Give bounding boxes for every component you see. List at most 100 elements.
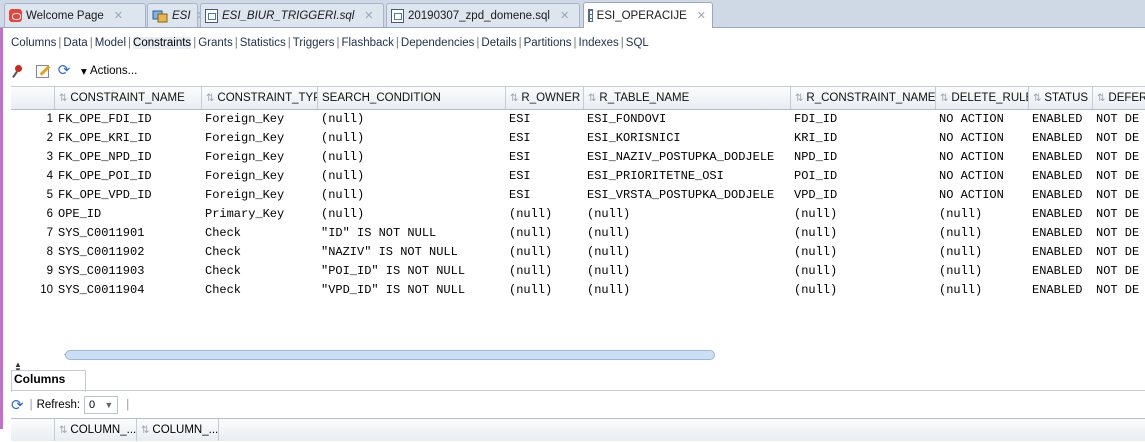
table-cell[interactable]: NOT DE <box>1093 110 1145 129</box>
table-cell[interactable]: NOT DE <box>1093 205 1145 224</box>
table-cell[interactable]: NOT DE <box>1093 148 1145 167</box>
table-cell[interactable]: (null) <box>506 281 584 300</box>
column-header[interactable]: ⇅ STATUS <box>1029 87 1093 109</box>
constraints-grid[interactable]: ⇅ CONSTRAINT_NAME ⇅ CONSTRAINT_TYPE SEARCH… <box>11 86 1145 383</box>
table-cell[interactable]: ENABLED <box>1029 224 1093 243</box>
tab-esi-operacije[interactable]: ESI_OPERACIJE ✕ <box>583 2 713 28</box>
table-cell[interactable]: NOT DE <box>1093 186 1145 205</box>
table-cell[interactable]: "VPD_ID" IS NOT NULL <box>318 281 506 300</box>
close-icon[interactable]: ✕ <box>364 9 373 22</box>
table-cell[interactable]: (null) <box>584 224 791 243</box>
actions-menu-button[interactable]: ▾ Actions... <box>77 62 141 80</box>
subtab-grants[interactable]: Grants <box>198 37 233 49</box>
table-cell[interactable]: NO ACTION <box>936 110 1029 129</box>
table-cell[interactable]: (null) <box>318 167 506 186</box>
edit-icon[interactable] <box>33 62 51 80</box>
table-cell[interactable]: ENABLED <box>1029 205 1093 224</box>
table-row[interactable]: 6 OPE_ID Primary_Key (null) (null) (null) (nul… <box>11 205 1145 224</box>
table-cell[interactable]: NOT DE <box>1093 243 1145 262</box>
close-icon[interactable]: ✕ <box>560 9 569 22</box>
subtab-details[interactable]: Details <box>481 37 516 49</box>
table-cell[interactable]: FK_OPE_KRI_ID <box>55 129 202 148</box>
table-row[interactable]: 1 FK_OPE_FDI_ID Foreign_Key (null) ESI ESI_FO… <box>11 110 1145 129</box>
column-header[interactable]: ⇅ R_OWNER <box>506 87 584 109</box>
table-cell[interactable]: ENABLED <box>1029 186 1093 205</box>
table-cell[interactable]: (null) <box>936 243 1029 262</box>
table-cell[interactable]: KRI_ID <box>791 129 936 148</box>
table-cell[interactable]: NOT DE <box>1093 281 1145 300</box>
table-cell[interactable]: ENABLED <box>1029 167 1093 186</box>
table-cell[interactable]: SYS_C0011901 <box>55 224 202 243</box>
table-cell[interactable]: OPE_ID <box>55 205 202 224</box>
table-cell[interactable]: Foreign_Key <box>202 110 318 129</box>
table-cell[interactable]: ESI <box>506 167 584 186</box>
subtab-flashback[interactable]: Flashback <box>341 37 393 49</box>
table-cell[interactable]: Check <box>202 224 318 243</box>
subtab-triggers[interactable]: Triggers <box>293 37 335 49</box>
table-cell[interactable]: Foreign_Key <box>202 167 318 186</box>
table-cell[interactable]: NOT DE <box>1093 167 1145 186</box>
table-cell[interactable]: Primary_Key <box>202 205 318 224</box>
column-header[interactable]: ⇅ DELETE_RULE <box>936 87 1029 109</box>
bottom-panel-title[interactable]: Columns <box>14 372 65 386</box>
column-header[interactable]: ⇅ COLUMN_... <box>137 419 219 441</box>
table-cell[interactable]: (null) <box>936 224 1029 243</box>
tab-zpd-domene-sql[interactable]: 20190307_zpd_domene.sql ✕ <box>386 3 580 27</box>
subtab-model[interactable]: Model <box>95 37 126 49</box>
table-cell[interactable]: (null) <box>791 262 936 281</box>
table-cell[interactable]: Check <box>202 281 318 300</box>
table-cell[interactable]: FK_OPE_VPD_ID <box>55 186 202 205</box>
table-cell[interactable]: FK_OPE_POI_ID <box>55 167 202 186</box>
table-cell[interactable]: (null) <box>936 262 1029 281</box>
table-cell[interactable]: (null) <box>791 281 936 300</box>
table-cell[interactable]: ESI_PRIORITETNE_OSI <box>584 167 791 186</box>
table-cell[interactable]: SYS_C0011903 <box>55 262 202 281</box>
refresh-icon[interactable]: ⟳ <box>11 396 24 414</box>
table-cell[interactable]: Foreign_Key <box>202 129 318 148</box>
table-row[interactable]: 7 SYS_C0011901 Check "ID" IS NOT NULL (null)… <box>11 224 1145 243</box>
column-header[interactable]: ⇅ R_CONSTRAINT_NAME <box>791 87 936 109</box>
subtab-sql[interactable]: SQL <box>626 37 649 49</box>
table-cell[interactable]: (null) <box>506 205 584 224</box>
refresh-icon[interactable]: ⟳ <box>55 62 73 80</box>
table-cell[interactable]: Foreign_Key <box>202 186 318 205</box>
table-cell[interactable]: (null) <box>584 205 791 224</box>
table-cell[interactable]: ESI_NAZIV_POSTUPKA_DODJELE <box>584 148 791 167</box>
table-row[interactable]: 4 FK_OPE_POI_ID Foreign_Key (null) ESI ESI_PR… <box>11 167 1145 186</box>
table-cell[interactable]: SYS_C0011904 <box>55 281 202 300</box>
column-header[interactable]: ⇅ COLUMN_... <box>55 419 137 441</box>
subtab-dependencies[interactable]: Dependencies <box>401 37 475 49</box>
table-cell[interactable]: ENABLED <box>1029 262 1093 281</box>
table-row[interactable]: 2 FK_OPE_KRI_ID Foreign_Key (null) ESI ESI_KO… <box>11 129 1145 148</box>
table-cell[interactable]: (null) <box>318 110 506 129</box>
tab-esi-biur-triggeri-sql[interactable]: ESI_BIUR_TRIGGERI.sql ✕ <box>200 3 384 27</box>
table-cell[interactable]: Check <box>202 243 318 262</box>
table-cell[interactable]: "ID" IS NOT NULL <box>318 224 506 243</box>
table-cell[interactable]: (null) <box>318 186 506 205</box>
close-icon[interactable]: ✕ <box>697 9 706 22</box>
subtab-constraints[interactable]: Constraints <box>133 37 192 49</box>
table-cell[interactable]: (null) <box>584 243 791 262</box>
column-header[interactable]: ⇅ R_TABLE_NAME <box>584 87 791 109</box>
table-cell[interactable]: SYS_C0011902 <box>55 243 202 262</box>
table-cell[interactable]: ESI_VRSTA_POSTUPKA_DODJELE <box>584 186 791 205</box>
table-cell[interactable]: (null) <box>506 224 584 243</box>
table-cell[interactable]: NOT DE <box>1093 224 1145 243</box>
close-icon[interactable]: ✕ <box>114 9 123 22</box>
table-cell[interactable]: ESI <box>506 186 584 205</box>
refresh-interval-select[interactable]: 0 ▼ <box>84 396 119 414</box>
subtab-indexes[interactable]: Indexes <box>579 37 619 49</box>
table-cell[interactable]: FK_OPE_NPD_ID <box>55 148 202 167</box>
table-row[interactable]: 10 SYS_C0011904 Check "VPD_ID" IS NOT NULL(… <box>11 281 1145 300</box>
table-row[interactable]: 5 FK_OPE_VPD_ID Foreign_Key (null) ESI ESI_VR… <box>11 186 1145 205</box>
table-cell[interactable]: FDI_ID <box>791 110 936 129</box>
subtab-partitions[interactable]: Partitions <box>524 37 572 49</box>
table-cell[interactable]: NPD_ID <box>791 148 936 167</box>
subtab-columns[interactable]: Columns <box>11 37 56 49</box>
subtab-data[interactable]: Data <box>63 37 87 49</box>
table-cell[interactable]: (null) <box>318 205 506 224</box>
table-cell[interactable]: NO ACTION <box>936 129 1029 148</box>
table-cell[interactable]: POI_ID <box>791 167 936 186</box>
tab-esi-package[interactable]: ESI ✕ <box>147 3 206 27</box>
table-cell[interactable]: NOT DE <box>1093 129 1145 148</box>
